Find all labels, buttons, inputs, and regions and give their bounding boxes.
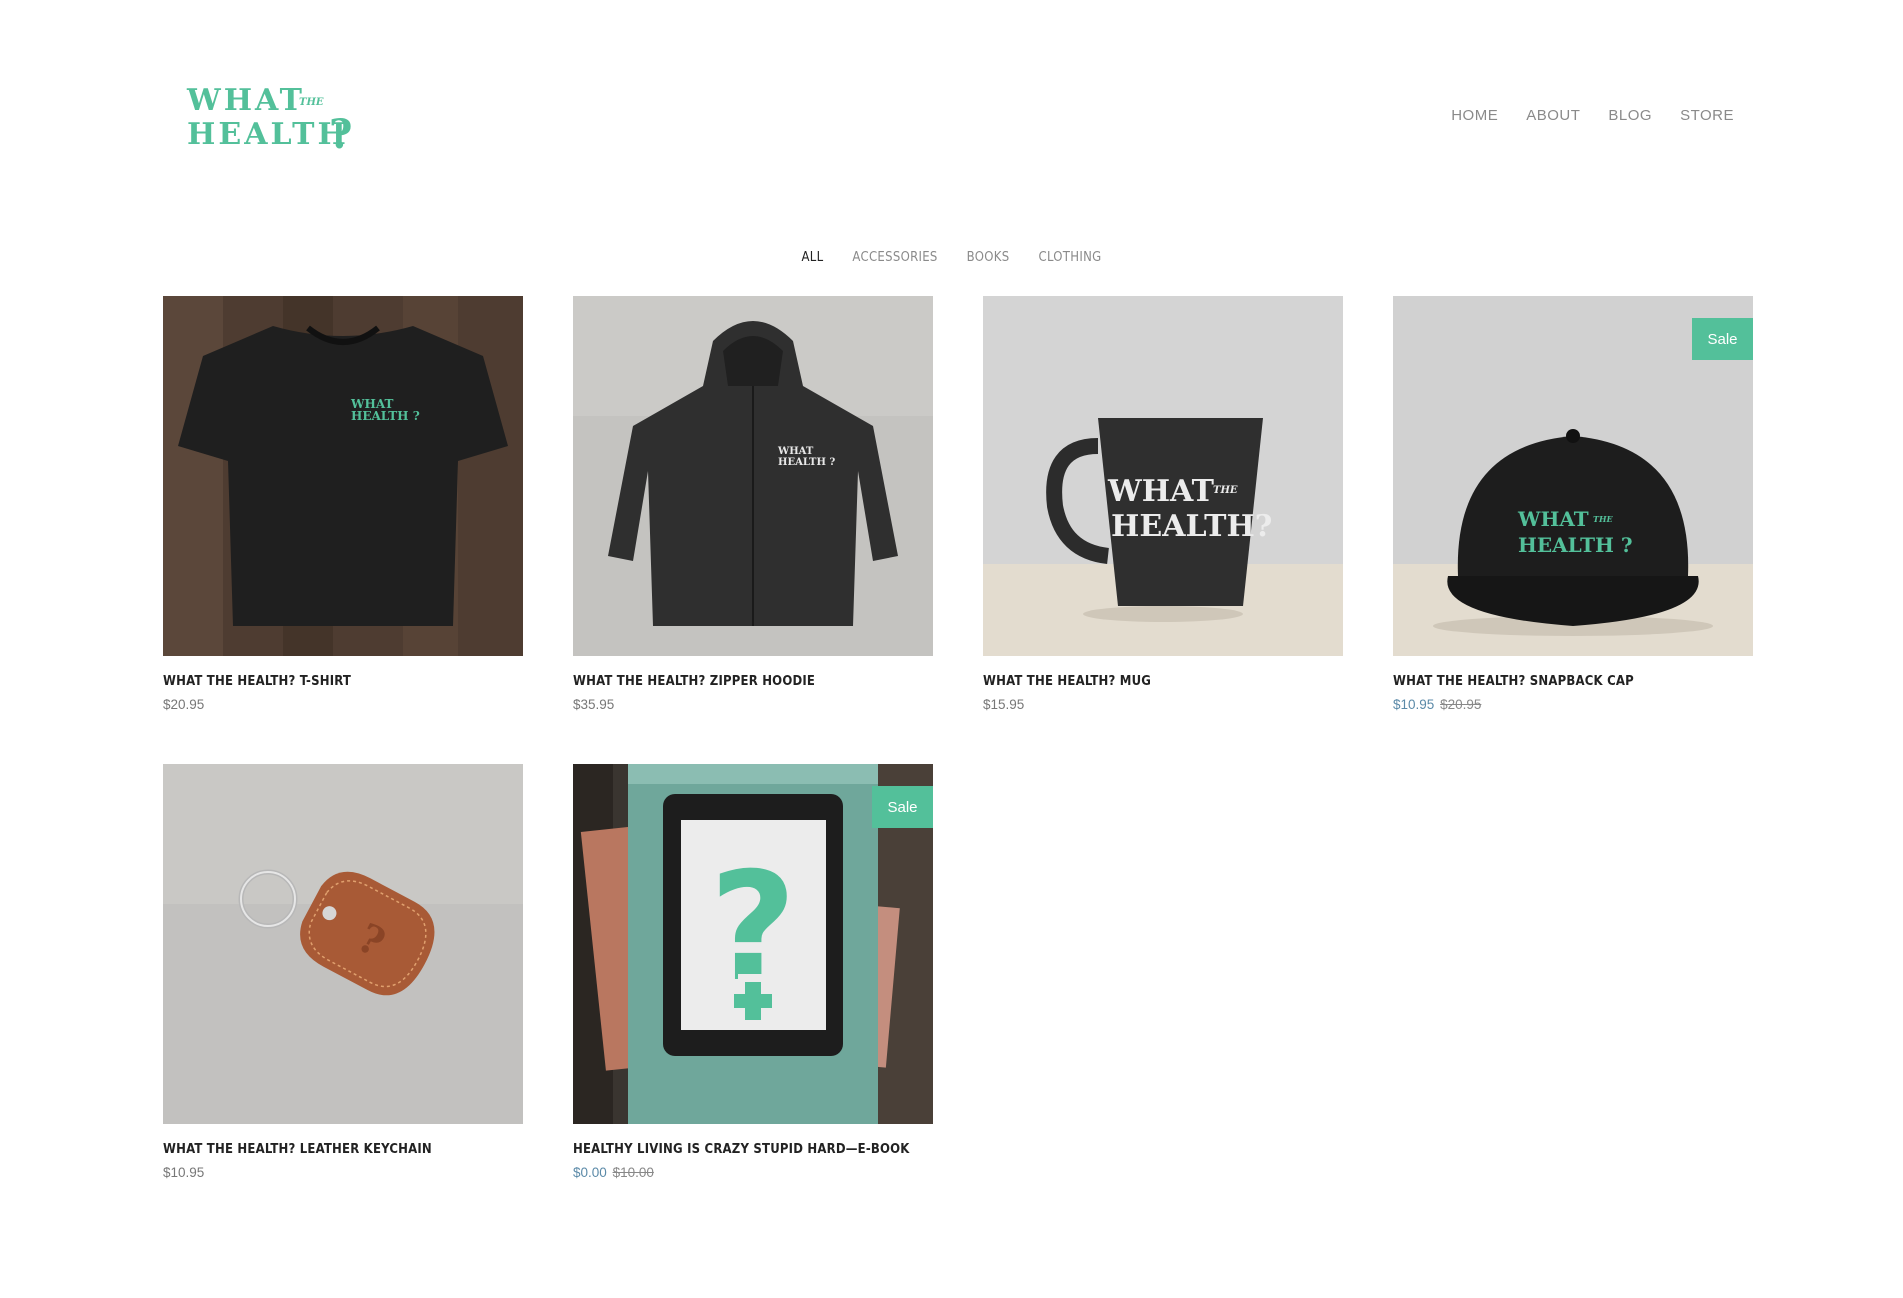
t-shirt-image[interactable]: WHAT HEALTH ? [163, 296, 523, 656]
mug-image[interactable]: WHAT THE HEALTH? [983, 296, 1343, 656]
svg-text:THE: THE [299, 97, 324, 108]
product-card[interactable]: ? Sale HEALTHY LIVING IS CRAZY STUPID HA… [573, 764, 933, 1180]
category-filter: ALL ACCESSORIES BOOKS CLOTHING [0, 250, 1903, 265]
svg-text:HEALTH ?: HEALTH ? [351, 409, 420, 423]
nav-blog[interactable]: BLOG [1608, 107, 1652, 124]
product-name[interactable]: WHAT THE HEALTH? T-SHIRT [163, 674, 523, 689]
svg-text:HEALTH ?: HEALTH ? [778, 457, 835, 468]
product-name[interactable]: WHAT THE HEALTH? SNAPBACK CAP [1393, 674, 1753, 689]
svg-text:HEALTH?: HEALTH? [1111, 509, 1272, 544]
product-name[interactable]: WHAT THE HEALTH? MUG [983, 674, 1343, 689]
svg-text:WHAT: WHAT [1517, 507, 1589, 531]
svg-text:?: ? [329, 111, 352, 158]
site-logo[interactable]: WHAT THE HEALTH ? [185, 80, 360, 160]
product-price: $15.95 [983, 697, 1025, 712]
nav-home[interactable]: HOME [1451, 107, 1498, 124]
svg-text:THE: THE [1213, 485, 1238, 496]
product-price: $20.95 [163, 697, 205, 712]
nav-about[interactable]: ABOUT [1526, 107, 1580, 124]
cap-image[interactable]: WHAT THE HEALTH ? Sale [1393, 296, 1753, 656]
product-name[interactable]: WHAT THE HEALTH? LEATHER KEYCHAIN [163, 1142, 523, 1157]
category-books[interactable]: BOOKS [967, 250, 1010, 265]
product-name[interactable]: WHAT THE HEALTH? ZIPPER HOODIE [573, 674, 933, 689]
product-price: $0.00 $10.00 [573, 1165, 654, 1180]
sale-badge: Sale [1692, 318, 1753, 360]
category-all[interactable]: ALL [801, 250, 823, 265]
svg-text:THE: THE [1593, 514, 1614, 524]
product-card[interactable]: ? WHAT THE HEALTH? LEATHER KEYCHAIN $10.… [163, 764, 523, 1180]
sale-badge: Sale [872, 786, 933, 828]
category-clothing[interactable]: CLOTHING [1038, 250, 1101, 265]
product-price: $35.95 [573, 697, 615, 712]
category-accessories[interactable]: ACCESSORIES [852, 250, 937, 265]
product-price: $10.95 $20.95 [1393, 697, 1482, 712]
nav-store[interactable]: STORE [1680, 107, 1734, 124]
svg-text:HEALTH: HEALTH [187, 117, 349, 152]
svg-text:WHAT: WHAT [777, 446, 814, 457]
product-card[interactable]: WHAT HEALTH ? WHAT THE HEALTH? ZIPPER HO… [573, 296, 933, 712]
product-name[interactable]: HEALTHY LIVING IS CRAZY STUPID HARD—E-BO… [573, 1142, 933, 1157]
product-card[interactable]: WHAT THE HEALTH ? Sale WHAT THE HEALTH? … [1393, 296, 1753, 712]
svg-text:HEALTH ?: HEALTH ? [1518, 533, 1633, 557]
keychain-image[interactable]: ? [163, 764, 523, 1124]
main-nav: HOME ABOUT BLOG STORE [1451, 107, 1734, 124]
product-price: $10.95 [163, 1165, 205, 1180]
svg-text:WHAT: WHAT [186, 83, 305, 118]
ebook-image[interactable]: ? Sale [573, 764, 933, 1124]
product-card[interactable]: WHAT HEALTH ? WHAT THE HEALTH? T-SHIRT $… [163, 296, 523, 712]
product-card[interactable]: WHAT THE HEALTH? WHAT THE HEALTH? MUG $1… [983, 296, 1343, 712]
hoodie-image[interactable]: WHAT HEALTH ? [573, 296, 933, 656]
svg-text:WHAT: WHAT [1107, 474, 1215, 509]
